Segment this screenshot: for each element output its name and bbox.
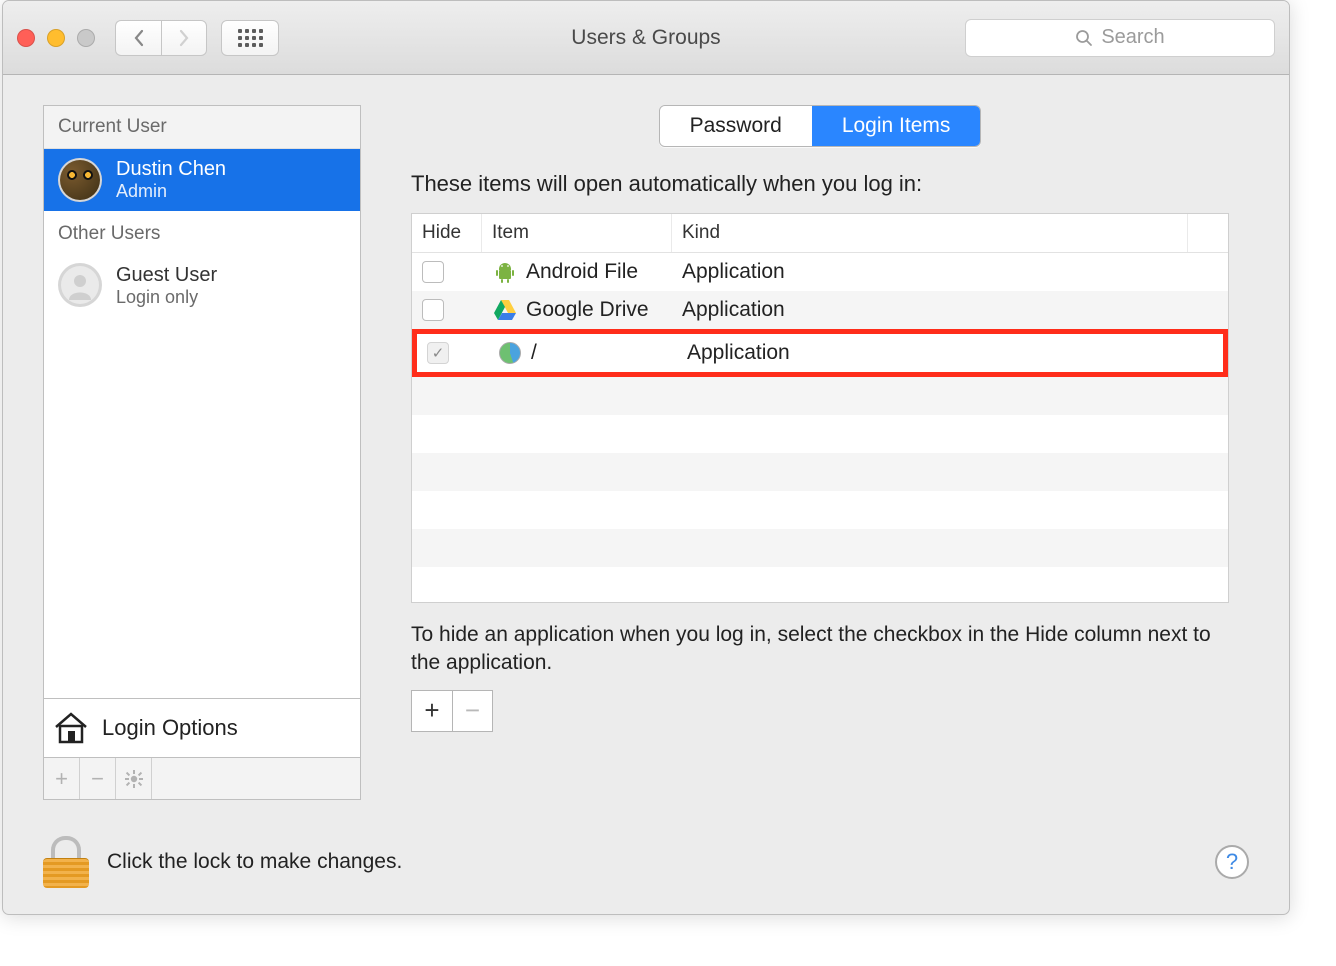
table-row-empty — [412, 377, 1228, 415]
item-name: Google Drive — [526, 298, 649, 322]
add-user-button[interactable]: + — [44, 758, 80, 799]
lock-hint-text: Click the lock to make changes. — [107, 850, 402, 874]
table-row-empty — [412, 415, 1228, 453]
close-window-button[interactable] — [17, 29, 35, 47]
current-user-header: Current User — [44, 106, 360, 149]
android-icon — [492, 259, 518, 285]
globe-app-icon — [497, 340, 523, 366]
users-groups-window: Users & Groups Search Current User Dusti… — [2, 0, 1290, 915]
column-header-hide[interactable]: Hide — [412, 214, 482, 252]
user-actions-button[interactable] — [116, 758, 152, 799]
tab-password[interactable]: Password — [660, 106, 812, 146]
remove-login-item-button[interactable]: − — [452, 691, 492, 731]
login-items-description: These items will open automatically when… — [411, 171, 1229, 197]
hide-checkbox[interactable] — [422, 299, 444, 321]
user-role: Login only — [116, 287, 217, 309]
column-header-item[interactable]: Item — [482, 214, 672, 252]
user-name: Guest User — [116, 263, 217, 287]
user-role: Admin — [116, 181, 226, 203]
users-sidebar: Current User Dustin Chen Admin Other Use… — [43, 105, 361, 800]
show-all-prefs-button[interactable] — [221, 20, 279, 56]
owl-avatar-icon — [60, 160, 100, 200]
search-icon — [1075, 29, 1093, 47]
forward-button[interactable] — [161, 20, 207, 56]
window-controls — [17, 29, 95, 47]
table-row-highlighted[interactable]: / Application — [412, 329, 1228, 377]
item-name: / — [531, 341, 537, 365]
gear-icon — [124, 769, 144, 789]
other-users-header: Other Users — [44, 211, 360, 255]
minimize-window-button[interactable] — [47, 29, 65, 47]
item-kind: Application — [682, 298, 785, 322]
table-row[interactable]: Google Drive Application — [412, 291, 1228, 329]
hide-hint-text: To hide an application when you log in, … — [411, 621, 1229, 678]
zoom-window-button[interactable] — [77, 29, 95, 47]
search-placeholder: Search — [1101, 26, 1164, 49]
tabs: Password Login Items — [659, 105, 982, 147]
titlebar: Users & Groups Search — [3, 1, 1289, 75]
guest-user-row[interactable]: Guest User Login only — [44, 255, 360, 317]
table-row-empty — [412, 567, 1228, 602]
help-button[interactable]: ? — [1215, 845, 1249, 879]
lock-button[interactable] — [43, 836, 89, 888]
hide-checkbox[interactable] — [427, 342, 449, 364]
house-icon — [52, 711, 90, 745]
tab-login-items[interactable]: Login Items — [812, 106, 981, 146]
back-button[interactable] — [115, 20, 161, 56]
main-panel: Password Login Items These items will op… — [391, 105, 1249, 800]
remove-user-button[interactable]: − — [80, 758, 116, 799]
column-header-kind[interactable]: Kind — [672, 214, 1188, 252]
google-drive-icon — [492, 297, 518, 323]
item-name: Android File — [526, 260, 638, 284]
table-row-empty — [412, 453, 1228, 491]
search-input[interactable]: Search — [965, 19, 1275, 57]
login-items-table: Hide Item Kind Android File — [411, 213, 1229, 603]
user-name: Dustin Chen — [116, 157, 226, 181]
item-kind: Application — [687, 341, 790, 365]
avatar — [58, 263, 102, 307]
hide-checkbox[interactable] — [422, 261, 444, 283]
table-row-empty — [412, 491, 1228, 529]
login-options-label: Login Options — [102, 715, 238, 741]
add-login-item-button[interactable]: + — [412, 691, 452, 731]
grid-icon — [238, 29, 263, 47]
silhouette-icon — [61, 266, 99, 304]
item-kind: Application — [682, 260, 785, 284]
table-row-empty — [412, 529, 1228, 567]
table-row[interactable]: Android File Application — [412, 253, 1228, 291]
avatar — [58, 158, 102, 202]
column-header-spacer — [1188, 214, 1228, 252]
login-options-button[interactable]: Login Options — [44, 698, 360, 757]
current-user-row[interactable]: Dustin Chen Admin — [44, 149, 360, 211]
